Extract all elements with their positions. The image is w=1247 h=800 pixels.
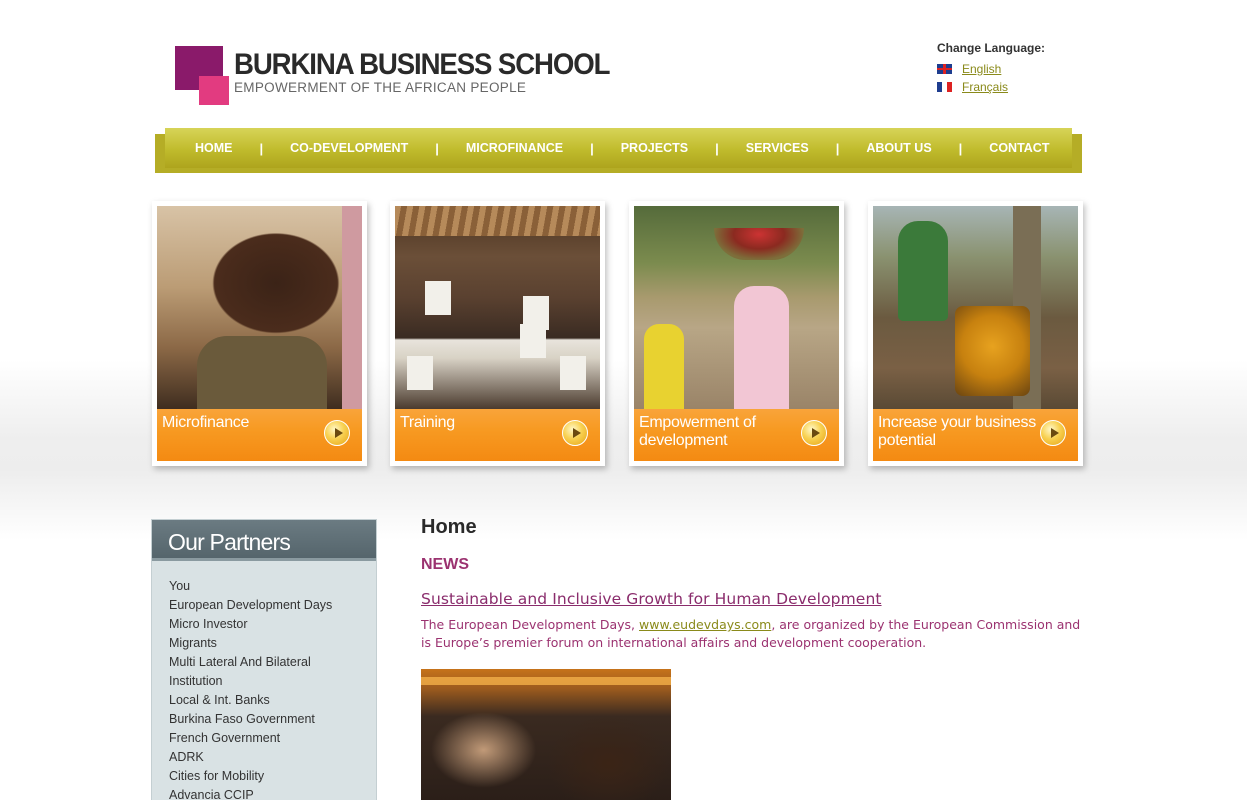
photo-detail — [421, 677, 671, 685]
nav-services[interactable]: SERVICES — [736, 141, 819, 155]
tile-empowerment[interactable]: Empowerment of development — [629, 201, 844, 466]
partners-title: Our Partners — [152, 520, 376, 561]
news-title-link[interactable]: Sustainable and Inclusive Growth for Hum… — [421, 590, 1081, 608]
partner-item[interactable]: Burkina Faso Government — [169, 710, 376, 729]
photo-detail — [898, 221, 948, 321]
arrow-right-icon[interactable] — [1040, 420, 1066, 446]
tile-photo-child — [157, 206, 362, 409]
partner-item[interactable]: French Government — [169, 729, 376, 748]
arrow-right-icon[interactable] — [562, 420, 588, 446]
partner-item[interactable]: You — [169, 577, 376, 596]
page-title: Home — [421, 516, 477, 538]
tile-label: Microfinance — [162, 414, 250, 431]
news-body-text: The European Development Days, — [421, 617, 639, 632]
news-photo — [421, 669, 671, 800]
nav-separator: | — [835, 140, 840, 156]
nav-separator: | — [435, 140, 439, 156]
eudevdays-link[interactable]: www.eudevdays.com — [639, 617, 771, 632]
nav-co-development[interactable]: CO-DEVELOPMENT — [280, 141, 418, 155]
nav-separator: | — [590, 140, 594, 156]
partner-item[interactable]: Multi Lateral And Bilateral — [169, 653, 376, 672]
photo-detail — [407, 356, 433, 390]
partner-item[interactable]: Advancia CCIP — [169, 786, 376, 800]
photo-detail — [734, 286, 789, 409]
language-link-french[interactable]: Français — [962, 80, 1008, 94]
partners-list: You European Development Days Micro Inve… — [152, 561, 376, 800]
news-body: The European Development Days, www.eudev… — [421, 616, 1081, 652]
photo-detail — [560, 356, 586, 390]
arrow-right-icon[interactable] — [324, 420, 350, 446]
main-nav: HOME | CO-DEVELOPMENT | MICROFINANCE | P… — [165, 128, 1072, 168]
photo-detail — [644, 324, 684, 409]
nav-home[interactable]: HOME — [185, 141, 243, 155]
partner-item[interactable]: European Development Days — [169, 596, 376, 615]
tile-label: Empowerment of development — [639, 414, 756, 449]
tile-bar: Increase your business potential — [873, 409, 1078, 461]
tile-label: Training — [400, 414, 455, 431]
language-title: Change Language: — [937, 41, 1046, 55]
tile-bar: Microfinance — [157, 409, 362, 461]
language-link-english[interactable]: English — [962, 62, 1001, 76]
partner-item[interactable]: Cities for Mobility — [169, 767, 376, 786]
photo-detail — [197, 336, 327, 409]
partner-item[interactable]: Micro Investor — [169, 615, 376, 634]
tile-bar: Empowerment of development — [634, 409, 839, 461]
site-title: BURKINA BUSINESS SCHOOL — [234, 48, 610, 81]
nav-microfinance[interactable]: MICROFINANCE — [456, 141, 573, 155]
feature-tiles: Microfinance Training Empowerment of dev… — [152, 201, 1087, 467]
tile-training[interactable]: Training — [390, 201, 605, 466]
nav-about-us[interactable]: ABOUT US — [856, 141, 941, 155]
nav-separator: | — [715, 140, 719, 156]
tile-photo-group — [395, 206, 600, 409]
tile-bar: Training — [395, 409, 600, 461]
nav-contact[interactable]: CONTACT — [979, 141, 1059, 155]
logo-square-light — [199, 76, 229, 105]
nav-separator: | — [958, 140, 963, 156]
language-switcher: Change Language: English Français — [937, 41, 1045, 96]
photo-detail — [520, 324, 546, 358]
photo-detail — [342, 206, 362, 409]
tile-photo-girls — [634, 206, 839, 409]
main-content: Home NEWS Sustainable and Inclusive Grow… — [421, 516, 1081, 800]
site-logo[interactable]: BURKINA BUSINESS SCHOOL EMPOWERMENT OF T… — [175, 46, 610, 108]
nav-projects[interactable]: PROJECTS — [611, 141, 698, 155]
partner-item[interactable]: Migrants — [169, 634, 376, 653]
site-tagline: EMPOWERMENT OF THE AFRICAN PEOPLE — [234, 80, 527, 95]
arrow-right-icon[interactable] — [801, 420, 827, 446]
section-title: NEWS — [421, 556, 469, 573]
partner-item[interactable]: Local & Int. Banks — [169, 691, 376, 710]
tile-business-potential[interactable]: Increase your business potential — [868, 201, 1083, 466]
tile-label: Increase your business potential — [878, 414, 1036, 449]
partner-item[interactable]: Institution — [169, 672, 376, 691]
language-option-english[interactable]: English — [937, 60, 1045, 78]
partner-item[interactable]: ADRK — [169, 748, 376, 767]
uk-flag-icon — [937, 64, 952, 74]
fr-flag-icon — [937, 82, 952, 92]
tile-microfinance[interactable]: Microfinance — [152, 201, 367, 466]
photo-detail — [955, 306, 1030, 396]
photo-detail — [714, 228, 804, 260]
partners-panel: Our Partners You European Development Da… — [151, 519, 377, 800]
photo-detail — [425, 281, 451, 315]
language-option-french[interactable]: Français — [937, 78, 1045, 96]
nav-separator: | — [259, 140, 264, 156]
photo-detail — [395, 206, 600, 236]
tile-photo-engine — [873, 206, 1078, 409]
